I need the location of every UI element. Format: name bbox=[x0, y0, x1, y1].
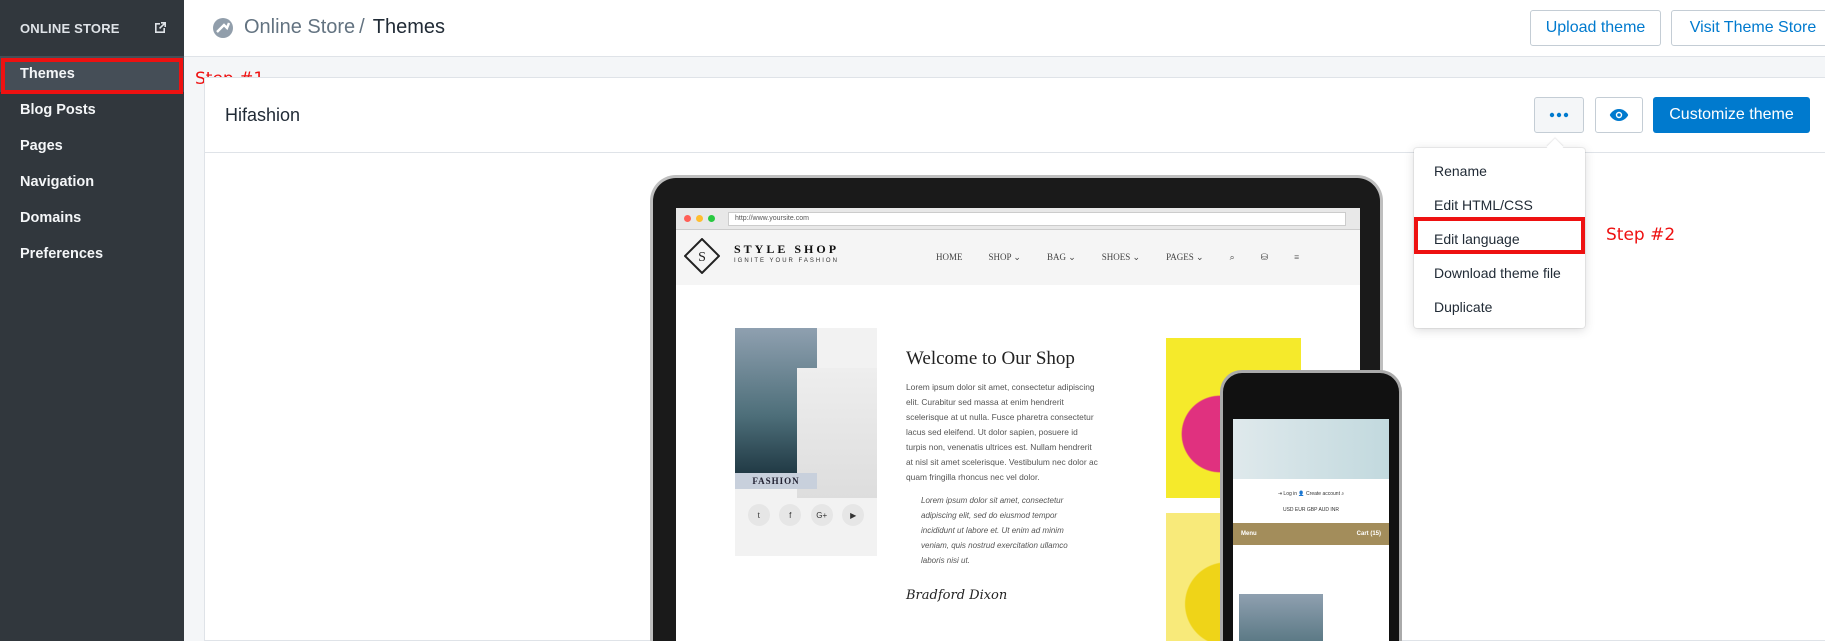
sidebar-item-navigation[interactable]: Navigation bbox=[0, 164, 184, 200]
shop-nav-item: PAGES ⌄ bbox=[1166, 252, 1204, 262]
phone-account-links: ⇥ Log in 👤 Create account ⌕ bbox=[1277, 491, 1345, 497]
phone-menu-bar: Menu Cart (15) bbox=[1233, 523, 1389, 545]
theme-name: Hifashion bbox=[225, 105, 301, 125]
sidebar-item-label: Domains bbox=[20, 210, 82, 226]
shop-logo-text: STYLE SHOP bbox=[734, 242, 840, 256]
preview-quote: Lorem ipsum dolor sit amet, consectetur … bbox=[921, 496, 1068, 565]
sidebar-item-label: Pages bbox=[20, 138, 63, 154]
youtube-icon: ▶ bbox=[842, 504, 865, 526]
google-plus-icon: G+ bbox=[810, 504, 833, 526]
breadcrumb-parent-link[interactable]: Online Store bbox=[244, 16, 355, 39]
menu-item-download-theme-file[interactable]: Download theme file bbox=[1414, 256, 1585, 290]
sidebar-header: ONLINE STORE bbox=[0, 0, 184, 56]
sidebar: ONLINE STORE Themes Blog Posts Pages Nav… bbox=[0, 0, 184, 641]
menu-item-duplicate[interactable]: Duplicate bbox=[1414, 290, 1585, 324]
visit-theme-store-button[interactable]: Visit Theme Store bbox=[1671, 10, 1825, 46]
phone-screen: ⇥ Log in 👤 Create account ⌕ USD EUR GBP … bbox=[1233, 419, 1389, 641]
upload-theme-button[interactable]: Upload theme bbox=[1530, 10, 1661, 46]
shop-nav-item: SHOP ⌄ bbox=[988, 252, 1021, 262]
preview-signature: Bradford Dixon bbox=[906, 588, 1008, 603]
menu-item-rename[interactable]: Rename bbox=[1414, 154, 1585, 188]
theme-preview-image: http://www.yoursite.com S STYLE SHOP IGN… bbox=[650, 175, 1405, 641]
sidebar-item-pages[interactable]: Pages bbox=[0, 128, 184, 164]
more-dots-icon bbox=[1549, 112, 1569, 118]
phone-mockup: ⇥ Log in 👤 Create account ⌕ USD EUR GBP … bbox=[1220, 370, 1402, 641]
shop-nav-item: BAG ⌄ bbox=[1046, 252, 1076, 262]
sidebar-item-blog-posts[interactable]: Blog Posts bbox=[0, 92, 184, 128]
sidebar-item-label: Blog Posts bbox=[20, 102, 96, 118]
eye-icon bbox=[1609, 109, 1629, 121]
shop-navbar: S STYLE SHOP IGNITE YOUR FASHION HOME SH… bbox=[676, 230, 1360, 285]
breadcrumb: Online Store / Themes bbox=[212, 16, 445, 39]
sidebar-item-preferences[interactable]: Preferences bbox=[0, 236, 184, 272]
step1-highlight-box bbox=[1, 58, 183, 94]
step2-label: Step #2 bbox=[1606, 225, 1676, 245]
online-store-icon bbox=[213, 17, 233, 38]
breadcrumb-separator: / bbox=[359, 16, 365, 38]
theme-card-header: Hifashion Customize theme bbox=[205, 78, 1825, 153]
sidebar-header-label: ONLINE STORE bbox=[20, 20, 120, 36]
more-actions-button[interactable] bbox=[1534, 97, 1584, 133]
preview-theme-button[interactable] bbox=[1595, 97, 1643, 133]
facebook-icon: f bbox=[779, 504, 802, 526]
menu-icon: ≡ bbox=[1294, 252, 1300, 262]
browser-url: http://www.yoursite.com bbox=[728, 211, 1346, 226]
fashion-label: FASHION bbox=[735, 473, 817, 489]
fashion-photo-block: FASHION t f G+ ▶ bbox=[735, 328, 877, 556]
twitter-icon: t bbox=[747, 504, 770, 526]
phone-fashion-photo bbox=[1239, 594, 1323, 641]
top-bar: Online Store / Themes Upload theme Visit… bbox=[184, 0, 1825, 57]
customize-theme-button[interactable]: Customize theme bbox=[1653, 97, 1810, 133]
preview-body-text: Lorem ipsum dolor sit amet, consectetur … bbox=[906, 382, 1098, 482]
sidebar-item-domains[interactable]: Domains bbox=[0, 200, 184, 236]
social-icons: t f G+ ▶ bbox=[735, 504, 877, 526]
external-link-icon[interactable] bbox=[152, 20, 168, 36]
search-icon: ⌕ bbox=[1229, 252, 1235, 262]
phone-cart-label: Cart (15) bbox=[1356, 531, 1381, 537]
phone-currency-list: USD EUR GBP AUD INR bbox=[1282, 507, 1340, 513]
phone-menu-label: Menu bbox=[1241, 531, 1257, 537]
browser-bar: http://www.yoursite.com bbox=[676, 208, 1360, 230]
preview-welcome-heading: Welcome to Our Shop bbox=[906, 348, 1075, 369]
style-shop-logo-icon: S bbox=[684, 238, 720, 274]
shop-nav-links: HOME SHOP ⌄ BAG ⌄ SHOES ⌄ PAGES ⌄ ⌕ ⛁ ≡ bbox=[936, 252, 1325, 263]
sidebar-item-label: Preferences bbox=[20, 246, 104, 262]
shop-logo-subtitle: IGNITE YOUR FASHION bbox=[734, 258, 839, 264]
phone-hero-image bbox=[1233, 419, 1389, 479]
bag-icon: ⛁ bbox=[1260, 252, 1269, 262]
page-title: Themes bbox=[372, 16, 445, 38]
step2-highlight-box bbox=[1414, 217, 1585, 254]
svg-text:S: S bbox=[698, 250, 706, 265]
sidebar-item-label: Navigation bbox=[20, 174, 95, 190]
shop-nav-item: HOME bbox=[936, 252, 963, 262]
shop-nav-item: SHOES ⌄ bbox=[1101, 252, 1141, 262]
